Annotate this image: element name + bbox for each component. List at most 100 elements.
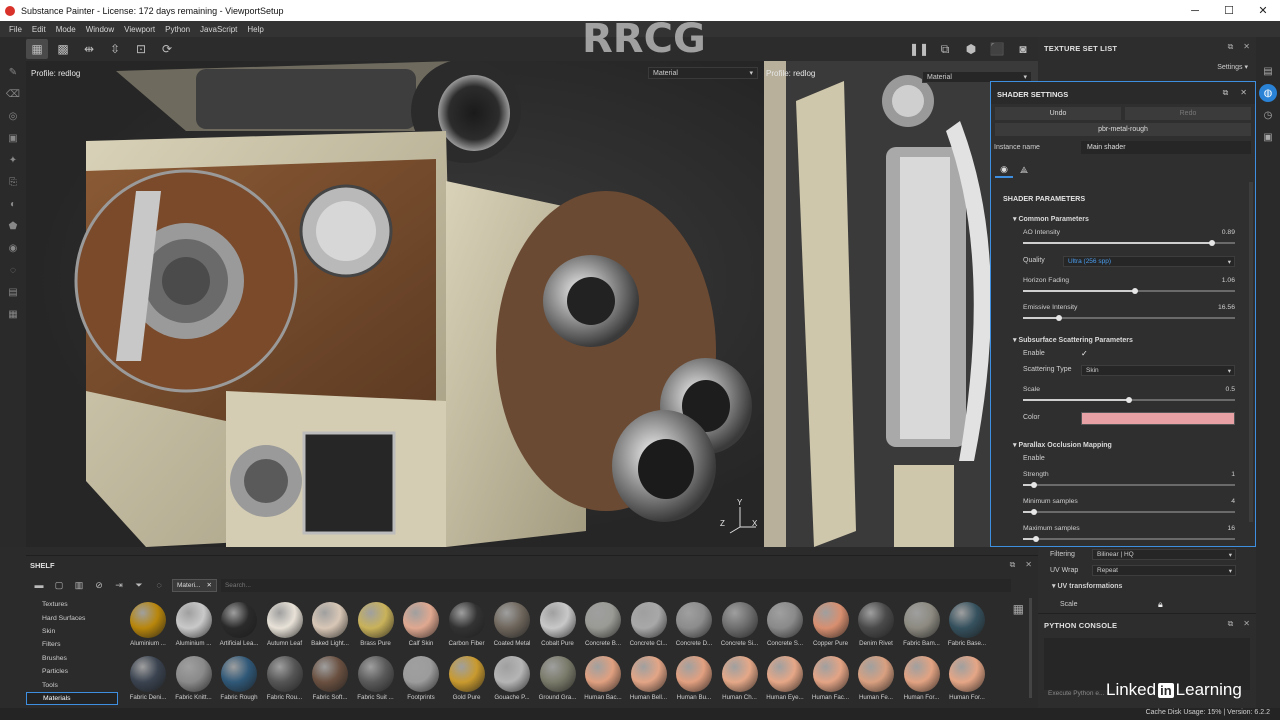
shelf-scrollbar[interactable] [1029, 598, 1032, 698]
symmetry-y-icon[interactable]: ⇳ [104, 39, 126, 59]
float-panel-icon[interactable]: ⧉ [1228, 619, 1234, 629]
import-icon[interactable]: ⇥ [112, 578, 126, 592]
material-tile[interactable]: Fabric Knitt... [172, 654, 216, 708]
pom-min-samples-slider[interactable]: Minimum samples 4 [1023, 498, 1235, 522]
category-tools[interactable]: Tools [26, 678, 118, 691]
material-tile[interactable]: Human Eye... [763, 654, 807, 708]
pom-parameters-group[interactable]: ▾ Parallax Occlusion Mapping [1013, 441, 1112, 449]
shader-params-tab-icon[interactable]: ◉ [995, 162, 1013, 178]
material-tile[interactable]: Autumn Leaf [263, 600, 307, 654]
menu-python[interactable]: Python [160, 25, 195, 34]
history-icon[interactable]: ◷ [1259, 106, 1277, 124]
new-item-icon[interactable]: ▢ [52, 578, 66, 592]
viewport3d-channel-select[interactable]: Material ▾ [648, 67, 758, 79]
float-panel-icon[interactable]: ⧉ [1223, 88, 1229, 98]
shader-panel-scrollbar[interactable] [1249, 182, 1253, 522]
material-tile[interactable]: Fabric Deni... [126, 654, 170, 708]
measure-icon[interactable]: ◌ [4, 261, 22, 279]
undo-button[interactable]: Undo [995, 107, 1121, 120]
grid-view-icon[interactable]: ▦ [1013, 602, 1024, 616]
material-tile[interactable]: Fabric Rough [217, 654, 261, 708]
material-tile[interactable]: Human Ch... [718, 654, 762, 708]
document-icon[interactable]: ▦ [4, 305, 22, 323]
material-tile[interactable]: Concrete Si... [718, 600, 762, 654]
pause-icon[interactable]: ❚❚ [908, 39, 930, 59]
material-tile[interactable]: Cobalt Pure [536, 600, 580, 654]
material-tile[interactable]: Coated Metal [490, 600, 534, 654]
material-tile[interactable]: Footprints [399, 654, 443, 708]
sss-color-swatch[interactable] [1081, 412, 1235, 425]
menu-file[interactable]: File [4, 25, 27, 34]
uv-transformations-group[interactable]: ▾ UV transformations [1052, 582, 1122, 590]
filtering-dropdown[interactable]: Bilinear | HQ ▾ [1092, 549, 1236, 560]
smudge-icon[interactable]: ✦ [4, 151, 22, 169]
clone-icon[interactable]: ⎘ [4, 173, 22, 191]
material-tile[interactable]: Human Fac... [809, 654, 853, 708]
menu-viewport[interactable]: Viewport [119, 25, 160, 34]
ao-intensity-slider[interactable]: AO Intensity 0.89 [1023, 229, 1235, 253]
texture-set-list-icon[interactable]: ▤ [1259, 62, 1277, 80]
category-textures[interactable]: Textures [26, 598, 118, 611]
close-panel-icon[interactable]: ✕ [1243, 619, 1250, 629]
category-brushes[interactable]: Brushes [26, 652, 118, 665]
common-parameters-group[interactable]: ▾ Common Parameters [1013, 215, 1089, 223]
shader-settings-icon[interactable]: ◍ [1259, 84, 1277, 102]
grid-toggle-icon[interactable]: ▦ [26, 39, 48, 59]
sss-parameters-group[interactable]: ▾ Subsurface Scattering Parameters [1013, 336, 1133, 344]
view-mode-3d2d-icon[interactable]: ⧉ [934, 39, 956, 59]
float-panel-icon[interactable]: ⧉ [1228, 42, 1234, 52]
filter-chip[interactable]: Materi... ✕ [172, 578, 217, 592]
material-tile[interactable]: Brass Pure [354, 600, 398, 654]
eraser-icon[interactable]: ⌫ [4, 85, 22, 103]
render-icon[interactable]: ⬛ [986, 39, 1008, 59]
camera-cube-icon[interactable]: ⬢ [960, 39, 982, 59]
close-panel-icon[interactable]: ✕ [1243, 42, 1250, 52]
material-tile[interactable]: Human Bac... [581, 654, 625, 708]
material-tile[interactable]: Fabric Base... [945, 600, 989, 654]
pom-strength-slider[interactable]: Strength 1 [1023, 471, 1235, 495]
material-tile[interactable]: Concrete Cl... [627, 600, 671, 654]
quality-dropdown[interactable]: Ultra (256 spp) ▾ [1063, 256, 1235, 267]
python-icon[interactable]: ▤ [4, 283, 22, 301]
category-filters[interactable]: Filters [26, 638, 118, 651]
refresh-icon[interactable]: ◌ [152, 578, 166, 592]
material-tile[interactable]: Human Bell... [627, 654, 671, 708]
delete-icon[interactable]: ▥ [72, 578, 86, 592]
material-tile[interactable]: Artificial Lea... [217, 600, 261, 654]
close-panel-icon[interactable]: ✕ [1025, 560, 1032, 570]
redo-button[interactable]: Redo [1125, 107, 1251, 120]
bake-icon[interactable]: ◉ [4, 239, 22, 257]
material-tile[interactable]: Concrete B... [581, 600, 625, 654]
sss-scale-slider[interactable]: Scale 0.5 [1023, 386, 1235, 410]
frame-selection-icon[interactable]: ⊡ [130, 39, 152, 59]
screenshot-icon[interactable]: ◙ [1012, 39, 1034, 59]
texture-set-settings-button[interactable]: Settings ▾ [1217, 63, 1248, 71]
geometry-mask-icon[interactable]: ▣ [4, 129, 22, 147]
reset-camera-icon[interactable]: ⟳ [156, 39, 178, 59]
material-tile[interactable]: Fabric Suit ... [354, 654, 398, 708]
material-tile[interactable]: Aluminium ... [172, 600, 216, 654]
close-button[interactable]: ✕ [1246, 0, 1280, 21]
material-tile[interactable]: Aluminium ... [126, 600, 170, 654]
horizon-fading-slider[interactable]: Horizon Fading 1.06 [1023, 277, 1235, 301]
close-panel-icon[interactable]: ✕ [1240, 88, 1247, 98]
sss-enable-checkbox[interactable]: ✓ [1081, 349, 1088, 358]
scattering-type-dropdown[interactable]: Skin ▾ [1081, 365, 1235, 376]
python-console-input[interactable]: Execute Python e... [1048, 690, 1104, 697]
material-tile[interactable]: Gold Pure [445, 654, 489, 708]
category-skin[interactable]: Skin [26, 625, 118, 638]
material-tile[interactable]: Human For... [945, 654, 989, 708]
float-panel-icon[interactable]: ⧉ [1010, 560, 1016, 570]
hide-icon[interactable]: ⊘ [92, 578, 106, 592]
material-tile[interactable]: Carbon Fiber [445, 600, 489, 654]
material-tile[interactable]: Fabric Soft... [308, 654, 352, 708]
minimize-button[interactable]: ─ [1178, 0, 1212, 21]
uv-grid-icon[interactable]: ▩ [52, 39, 74, 59]
maximize-button[interactable]: ☐ [1212, 0, 1246, 21]
polygon-fill-icon[interactable]: ⬟ [4, 217, 22, 235]
category-materials[interactable]: Materials [26, 691, 118, 706]
shelf-search-input[interactable]: Search... [220, 578, 1011, 592]
emissive-intensity-slider[interactable]: Emissive Intensity 16.56 [1023, 304, 1235, 328]
material-tile[interactable]: Ground Gra... [536, 654, 580, 708]
material-tile[interactable]: Human Fe... [854, 654, 898, 708]
